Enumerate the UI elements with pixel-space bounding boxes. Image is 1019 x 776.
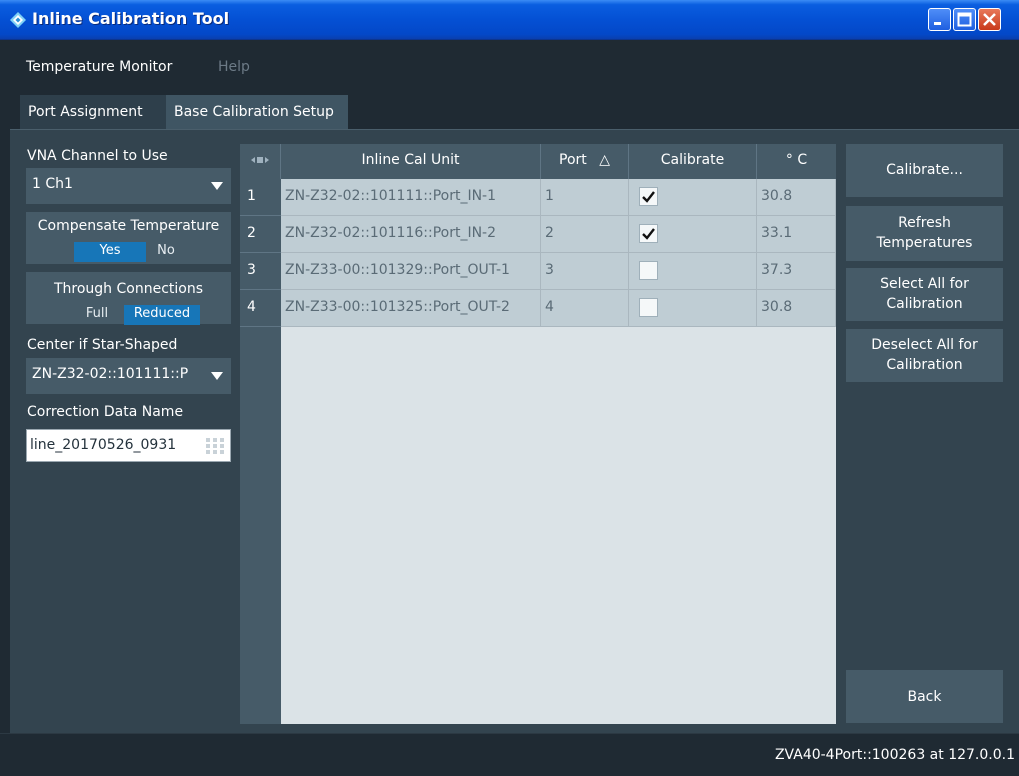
- vna-channel-dropdown[interactable]: 1 Ch1: [26, 168, 231, 204]
- header-temperature[interactable]: ° C: [757, 144, 836, 179]
- center-star-value: ZN-Z32-02::101111::P: [32, 366, 189, 382]
- cell-port[interactable]: 1: [541, 179, 629, 216]
- cell-inline-cal-unit[interactable]: ZN-Z33-00::101325::Port_OUT-2: [281, 290, 541, 327]
- cell-port[interactable]: 2: [541, 216, 629, 253]
- calibrate-checkbox[interactable]: [639, 224, 658, 243]
- correction-data-value: line_20170526_0931: [30, 437, 177, 453]
- compensate-temperature-label: Compensate Temperature: [37, 218, 220, 234]
- dropdown-caret-icon: [211, 372, 223, 380]
- checkmark-icon: [642, 228, 655, 240]
- calibrate-checkbox[interactable]: [639, 298, 658, 317]
- cell-temperature[interactable]: 30.8: [757, 290, 836, 327]
- refresh-temperatures-button[interactable]: Refresh Temperatures: [846, 206, 1003, 261]
- header-calibrate[interactable]: Calibrate: [629, 144, 757, 179]
- center-star-label: Center if Star-Shaped: [27, 337, 178, 353]
- maximize-button[interactable]: [953, 8, 976, 31]
- maximize-icon: [957, 12, 972, 27]
- calibrate-button-label: Calibrate...: [886, 162, 963, 178]
- back-button-label: Back: [907, 689, 942, 705]
- correction-data-label: Correction Data Name: [27, 404, 184, 420]
- cell-calibrate: [629, 290, 757, 327]
- table-empty-area: [281, 327, 836, 724]
- cell-calibrate: [629, 179, 757, 216]
- title-bar: Inline Calibration Tool: [0, 0, 1019, 40]
- vna-channel-value: 1 Ch1: [32, 176, 73, 192]
- window-title: Inline Calibration Tool: [32, 9, 230, 28]
- app-diamond-icon: [10, 12, 26, 28]
- cell-temperature[interactable]: 37.3: [757, 253, 836, 290]
- cell-inline-cal-unit[interactable]: ZN-Z32-02::101116::Port_IN-2: [281, 216, 541, 253]
- back-button[interactable]: Back: [846, 670, 1003, 723]
- calibrate-checkbox[interactable]: [639, 261, 658, 280]
- menu-help[interactable]: Help: [218, 59, 250, 75]
- cell-inline-cal-unit[interactable]: ZN-Z32-02::101111::Port_IN-1: [281, 179, 541, 216]
- column-resize-icon: [251, 157, 269, 163]
- through-reduced-option[interactable]: Reduced: [124, 305, 200, 325]
- menu-temperature-monitor[interactable]: Temperature Monitor: [26, 59, 172, 75]
- connection-status: ZVA40-4Port::100263 at 127.0.0.1: [774, 747, 1015, 763]
- minimize-button[interactable]: [928, 8, 951, 31]
- close-button[interactable]: [978, 8, 1001, 31]
- compensate-temperature-toggle: Compensate Temperature Yes No: [26, 212, 231, 264]
- calibration-table: Inline Cal Unit Port △ Calibrate ° C 1 ZN…: [240, 144, 836, 724]
- row-number: 3: [240, 253, 281, 290]
- calibrate-button[interactable]: Calibrate...: [846, 144, 1003, 197]
- close-icon: [983, 13, 996, 26]
- keyboard-icon[interactable]: [206, 438, 224, 454]
- menu-bar: Temperature Monitor Help: [0, 40, 1019, 95]
- compensate-yes-option[interactable]: Yes: [74, 242, 146, 262]
- status-bar: ZVA40-4Port::100263 at 127.0.0.1: [0, 733, 1019, 776]
- cell-calibrate: [629, 216, 757, 253]
- checkmark-icon: [642, 191, 655, 203]
- header-port[interactable]: Port △: [541, 144, 629, 179]
- cell-port[interactable]: 4: [541, 290, 629, 327]
- refresh-button-label-line2: Temperatures: [876, 235, 973, 251]
- select-all-button[interactable]: Select All for Calibration: [846, 268, 1003, 321]
- table-header: Inline Cal Unit Port △ Calibrate ° C: [240, 144, 836, 179]
- select-all-label-line1: Select All for: [880, 276, 969, 292]
- column-resize-handle[interactable]: [240, 144, 281, 179]
- through-connections-label: Through Connections: [53, 281, 204, 297]
- calibrate-checkbox[interactable]: [639, 187, 658, 206]
- deselect-all-label-line2: Calibration: [886, 357, 963, 373]
- cell-calibrate: [629, 253, 757, 290]
- deselect-all-label-line1: Deselect All for: [871, 337, 978, 353]
- row-number: 2: [240, 216, 281, 253]
- cell-temperature[interactable]: 33.1: [757, 216, 836, 253]
- select-all-label-line2: Calibration: [886, 296, 963, 312]
- dropdown-caret-icon: [211, 182, 223, 190]
- row-number: 1: [240, 179, 281, 216]
- minimize-icon: [934, 22, 941, 25]
- row-number: 4: [240, 290, 281, 327]
- tab-base-calibration-setup[interactable]: Base Calibration Setup: [166, 95, 348, 129]
- tab-port-assignment[interactable]: Port Assignment: [20, 95, 166, 129]
- vna-channel-label: VNA Channel to Use: [27, 148, 168, 164]
- sort-ascending-icon: △: [599, 152, 610, 168]
- through-full-option[interactable]: Full: [74, 305, 120, 325]
- cell-temperature[interactable]: 30.8: [757, 179, 836, 216]
- refresh-button-label-line1: Refresh: [898, 215, 951, 231]
- cell-inline-cal-unit[interactable]: ZN-Z33-00::101329::Port_OUT-1: [281, 253, 541, 290]
- header-inline-cal-unit[interactable]: Inline Cal Unit: [281, 144, 541, 179]
- compensate-no-option[interactable]: No: [146, 242, 186, 262]
- center-star-dropdown[interactable]: ZN-Z32-02::101111::P: [26, 358, 231, 394]
- through-connections-toggle: Through Connections Full Reduced: [26, 272, 231, 325]
- cell-port[interactable]: 3: [541, 253, 629, 290]
- header-port-label: Port: [559, 152, 587, 168]
- correction-data-input[interactable]: line_20170526_0931: [26, 429, 231, 462]
- deselect-all-button[interactable]: Deselect All for Calibration: [846, 329, 1003, 382]
